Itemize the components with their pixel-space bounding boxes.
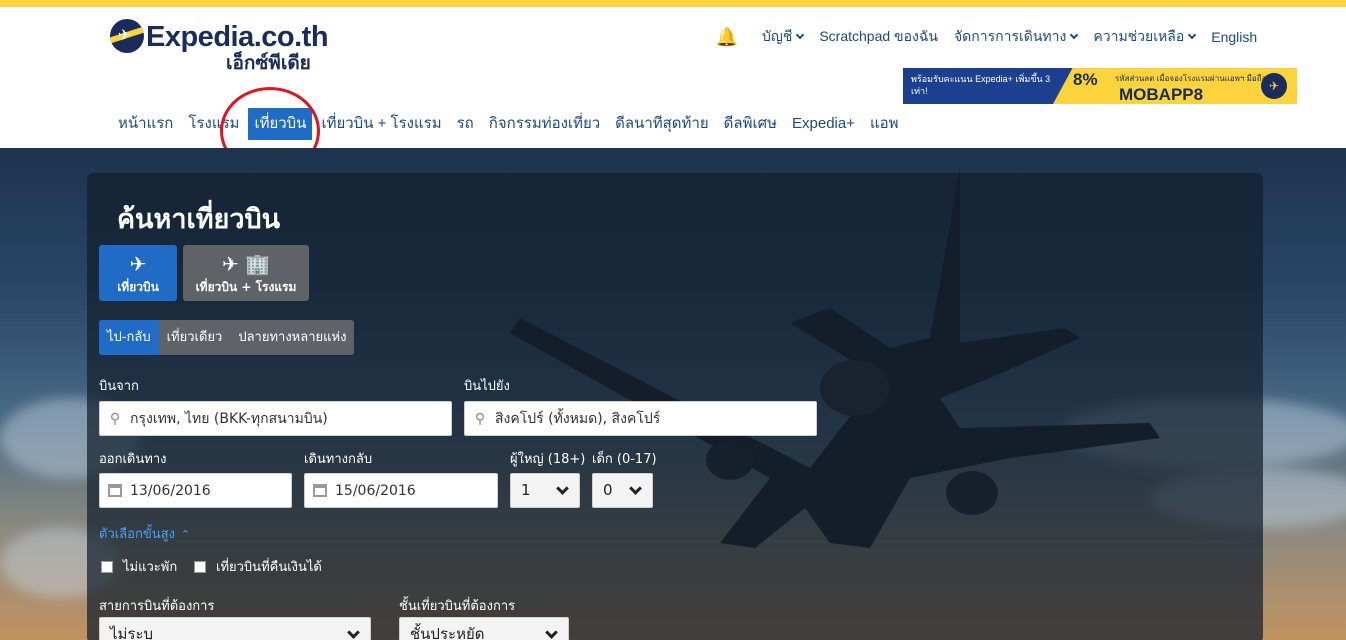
class-select[interactable]: ชั้นประหยัด — [399, 617, 569, 640]
app-logo-icon: ✈ — [1261, 73, 1287, 99]
airline-select[interactable]: ไม่ระบุ — [99, 617, 371, 640]
depart-value: 13/06/2016 — [130, 482, 211, 499]
adults-select[interactable]: 1 — [510, 473, 580, 508]
nav-cars[interactable]: รถ — [451, 108, 480, 140]
site-header: ✈ Expedia.co.th เอ็กซ์พีเดีย 🔔 บัญชี Scr… — [0, 7, 1346, 175]
origin-label: บินจาก — [99, 379, 139, 394]
refundable-checkbox-row[interactable]: เที่ยวบินที่คืนเงินได้ — [194, 556, 322, 577]
search-title: ค้นหาเที่ยวบิน — [117, 204, 281, 235]
banner-expedia-plus-text: พร้อมรับคะแนน Expedia+ เพิ่มขึ้น 3 เท่า! — [911, 74, 1051, 96]
nav-activities[interactable]: กิจกรรมท่องเที่ยว — [483, 108, 606, 140]
chevron-down-icon — [629, 482, 642, 495]
banner-discount: 8% — [1073, 70, 1098, 89]
children-value: 0 — [603, 481, 613, 499]
expedia-logo[interactable]: ✈ Expedia.co.th เอ็กซ์พีเดีย — [110, 19, 329, 75]
refundable-checkbox[interactable] — [194, 560, 206, 573]
advanced-options-label: ตัวเลือกขั้นสูง — [99, 527, 175, 542]
depart-label: ออกเดินทาง — [99, 452, 167, 467]
flight-search-panel: ค้นหาเที่ยวบิน ✈ เที่ยวบิน ✈ 🏢 เที่ยวบิน… — [87, 173, 1263, 640]
chevron-down-icon — [796, 30, 805, 40]
chevron-down-icon — [545, 626, 558, 639]
location-pin-icon: ⚲ — [109, 410, 121, 427]
nav-expedia-plus[interactable]: Expedia+ — [786, 108, 861, 140]
nav-home[interactable]: หน้าแรก — [112, 108, 179, 140]
nonstop-checkbox[interactable] — [101, 560, 113, 573]
trip-multicity[interactable]: ปลายทางหลายแห่ง — [230, 320, 354, 355]
globe-logo-icon: ✈ — [110, 19, 144, 53]
destination-label: บินไปยัง — [464, 379, 510, 394]
banner-sub-text: รหัสส่วนลด เมื่อจองโรงแรมผ่านแอพฯ มือถือ — [1115, 74, 1267, 83]
nav-hotels[interactable]: โรงแรม — [182, 108, 245, 140]
return-label: เดินทางกลับ — [304, 452, 373, 467]
chevron-down-icon — [1188, 30, 1197, 40]
nav-app[interactable]: แอพ — [864, 108, 905, 140]
tab-flight[interactable]: ✈ เที่ยวบิน — [99, 245, 177, 301]
banner-promo-code: MOBAPP8 — [1119, 85, 1204, 104]
adults-label: ผู้ใหญ่ (18+) — [510, 452, 586, 467]
main-nav: หน้าแรก โรงแรม เที่ยวบิน เที่ยวบิน + โรง… — [112, 108, 908, 140]
trip-roundtrip[interactable]: ไป-กลับ — [99, 320, 159, 355]
tab-flight-label: เที่ยวบิน — [117, 280, 159, 294]
promo-banner[interactable]: พร้อมรับคะแนน Expedia+ เพิ่มขึ้น 3 เท่า!… — [903, 68, 1297, 104]
adults-value: 1 — [521, 481, 531, 499]
class-value: ชั้นประหยัด — [410, 625, 485, 640]
hero-background: ค้นหาเที่ยวบิน ✈ เที่ยวบิน ✈ 🏢 เที่ยวบิน… — [0, 148, 1346, 640]
topnav-scratchpad[interactable]: Scratchpad ของฉัน — [819, 26, 938, 48]
location-pin-icon: ⚲ — [474, 410, 486, 427]
origin-input[interactable]: ⚲ กรุงเทพ, ไทย (BKK-ทุกสนามบิน) — [99, 401, 452, 436]
return-value: 15/06/2016 — [335, 482, 416, 499]
calendar-icon — [100, 484, 130, 497]
airline-label: สายการบินที่ต้องการ — [99, 599, 215, 614]
topnav-manage-trips[interactable]: จัดการการเดินทาง — [954, 26, 1079, 48]
depart-date-input[interactable]: 13/06/2016 — [99, 473, 292, 508]
chevron-down-icon — [556, 482, 569, 495]
nonstop-label: ไม่แวะพัก — [123, 560, 178, 575]
logo-thai-wordmark: เอ็กซ์พีเดีย — [226, 53, 311, 74]
nav-deals[interactable]: ดีลพิเศษ — [718, 108, 783, 140]
tab-flight-hotel-label: เที่ยวบิน + โรงแรม — [195, 280, 297, 294]
bell-icon[interactable]: 🔔 — [710, 27, 744, 48]
destination-value: สิงคโปร์ (ทั้งหมด), สิงคโปร์ — [495, 410, 661, 427]
topnav-help[interactable]: ความช่วยเหลือ — [1093, 26, 1197, 48]
banner-code-area: 8% รหัสส่วนลด เมื่อจองโรงแรมผ่านแอพฯ มือ… — [1053, 68, 1297, 104]
class-label: ชั้นเที่ยวบินที่ต้องการ — [399, 599, 516, 614]
children-select[interactable]: 0 — [592, 473, 653, 508]
calendar-icon — [305, 484, 335, 497]
nav-last-minute[interactable]: ดีลนาทีสุดท้าย — [609, 108, 715, 140]
chevron-down-icon — [1070, 30, 1079, 40]
account-nav: 🔔 บัญชี Scratchpad ของฉัน จัดการการเดินท… — [710, 26, 1273, 48]
nav-flight-hotel[interactable]: เที่ยวบิน + โรงแรม — [315, 108, 447, 140]
top-yellow-stripe — [0, 0, 1346, 7]
airline-value: ไม่ระบุ — [110, 625, 154, 640]
return-date-input[interactable]: 15/06/2016 — [304, 473, 498, 508]
nonstop-checkbox-row[interactable]: ไม่แวะพัก — [101, 556, 177, 577]
advanced-options-toggle[interactable]: ตัวเลือกขั้นสูง ⌃ — [99, 523, 190, 544]
chevron-down-icon — [347, 626, 360, 639]
refundable-label: เที่ยวบินที่คืนเงินได้ — [216, 560, 322, 575]
tab-flight-hotel[interactable]: ✈ 🏢 เที่ยวบิน + โรงแรม — [183, 245, 309, 301]
children-label: เด็ก (0-17) — [592, 452, 657, 467]
destination-input[interactable]: ⚲ สิงคโปร์ (ทั้งหมด), สิงคโปร์ — [464, 401, 817, 436]
nav-flights[interactable]: เที่ยวบิน — [248, 108, 313, 140]
airplane-building-icon: ✈ 🏢 — [221, 252, 271, 276]
topnav-account[interactable]: บัญชี — [762, 26, 805, 48]
trip-type-selector: ไป-กลับ เที่ยวเดียว ปลายทางหลายแห่ง — [99, 320, 355, 355]
origin-value: กรุงเทพ, ไทย (BKK-ทุกสนามบิน) — [130, 410, 328, 427]
trip-oneway[interactable]: เที่ยวเดียว — [159, 320, 231, 355]
logo-wordmark: Expedia.co.th — [146, 21, 329, 53]
topnav-english[interactable]: English — [1211, 29, 1257, 45]
airplane-icon: ✈ — [129, 252, 147, 276]
chevron-up-icon: ⌃ — [180, 528, 191, 541]
